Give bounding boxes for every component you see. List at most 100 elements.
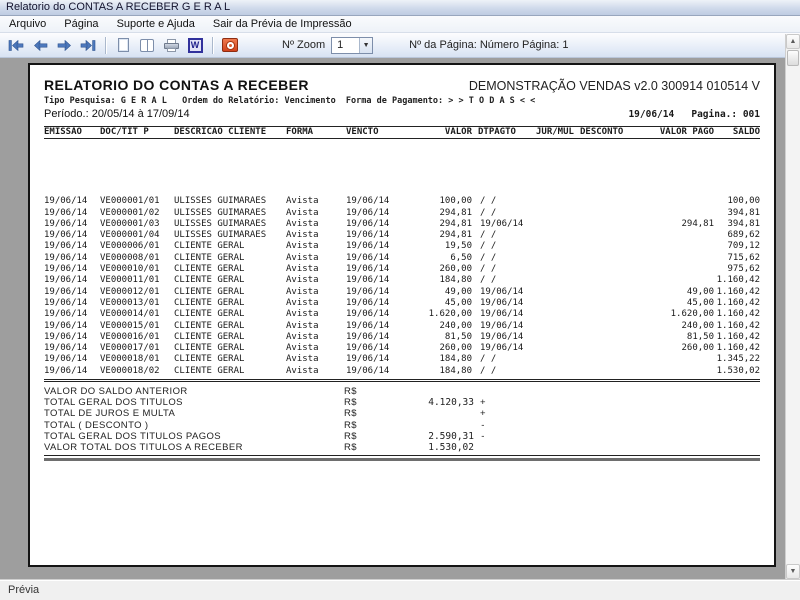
cell-emissao: 19/06/14 <box>44 196 100 207</box>
cell-forma: Avista <box>282 196 346 207</box>
cell-emissao: 19/06/14 <box>44 366 100 377</box>
cell-doc: VE000018/02 <box>100 366 174 377</box>
chevron-down-icon: ▼ <box>359 38 372 53</box>
menu-item[interactable]: Sair da Prévia de Impressão <box>204 17 361 31</box>
report-filters: Tipo Pesquisa: G E R A L Ordem do Relató… <box>44 96 760 106</box>
cell-pago <box>634 241 714 252</box>
table-row: 19/06/14 VE000018/01 CLIENTE GERAL Avist… <box>44 354 760 365</box>
cell-saldo: 394,81 <box>714 208 760 219</box>
cell-forma: Avista <box>282 366 346 377</box>
toolbar-separator <box>105 37 106 54</box>
cell-forma: Avista <box>282 287 346 298</box>
cell-cliente: ULISSES GUIMARAES <box>174 196 282 207</box>
zoom-value: 1 <box>332 39 359 51</box>
totals-row: TOTAL DE JUROS E MULTA R$ + <box>44 408 760 419</box>
cell-forma: Avista <box>282 354 346 365</box>
cell-emissao: 19/06/14 <box>44 219 100 230</box>
zoom-dropdown[interactable]: 1 ▼ <box>331 37 373 54</box>
cell-pago: 49,00 <box>634 287 714 298</box>
cell-doc: VE000010/01 <box>100 264 174 275</box>
cell-vencto: 19/06/14 <box>346 230 408 241</box>
totals-row: TOTAL GERAL DOS TITULOS R$ 4.120,33 + <box>44 397 760 408</box>
cell-emissao: 19/06/14 <box>44 321 100 332</box>
previous-page-button[interactable] <box>29 36 51 55</box>
cell-dtpagto: 19/06/14 <box>472 343 536 354</box>
cell-saldo: 975,62 <box>714 264 760 275</box>
cell-doc: VE000015/01 <box>100 321 174 332</box>
cell-saldo: 715,62 <box>714 253 760 264</box>
cell-valor: 184,80 <box>408 366 472 377</box>
total-sign: - <box>474 420 492 431</box>
cell-doc: VE000013/01 <box>100 298 174 309</box>
report-period: Período.: 20/05/14 à 17/09/14 <box>44 108 190 120</box>
cell-valor: 45,00 <box>408 298 472 309</box>
cell-cliente: ULISSES GUIMARAES <box>174 219 282 230</box>
cell-valor: 1.620,00 <box>408 309 472 320</box>
table-row: 19/06/14 VE000012/01 CLIENTE GERAL Avist… <box>44 287 760 298</box>
total-value <box>378 386 474 397</box>
cell-desconto <box>580 332 634 343</box>
close-preview-button[interactable] <box>219 36 241 55</box>
scroll-down-icon[interactable]: ▼ <box>786 564 800 579</box>
cell-jurmul <box>536 309 580 320</box>
divider-thick <box>44 458 760 461</box>
cell-vencto: 19/06/14 <box>346 264 408 275</box>
divider-thin <box>44 455 760 456</box>
total-currency: R$ <box>344 397 378 408</box>
cell-doc: VE000001/03 <box>100 219 174 230</box>
last-page-button[interactable] <box>77 36 99 55</box>
total-label: TOTAL DE JUROS E MULTA <box>44 408 344 419</box>
next-page-button[interactable] <box>53 36 75 55</box>
scrollbar-thumb[interactable] <box>787 50 799 66</box>
table-row: 19/06/14 VE000001/04 ULISSES GUIMARAES A… <box>44 230 760 241</box>
cell-pago: 1.620,00 <box>634 309 714 320</box>
scroll-up-icon[interactable]: ▲ <box>786 34 800 49</box>
cell-doc: VE000008/01 <box>100 253 174 264</box>
toolbar: W Nº Zoom 1 ▼ Nº da Página: Número Págin… <box>0 33 800 58</box>
cell-vencto: 19/06/14 <box>346 208 408 219</box>
report-page: RELATORIO DO CONTAS A RECEBER DEMONSTRAÇ… <box>28 63 776 567</box>
totals-row: VALOR TOTAL DOS TITULOS A RECEBER R$ 1.5… <box>44 442 760 453</box>
menu-item[interactable]: Arquivo <box>0 17 55 31</box>
cell-valor: 49,00 <box>408 287 472 298</box>
cell-emissao: 19/06/14 <box>44 354 100 365</box>
menu-item[interactable]: Página <box>55 17 107 31</box>
cell-dtpagto: / / <box>472 196 536 207</box>
cell-desconto <box>580 366 634 377</box>
cell-dtpagto: 19/06/14 <box>472 298 536 309</box>
cell-pago: 240,00 <box>634 321 714 332</box>
cell-jurmul <box>536 354 580 365</box>
vertical-scrollbar[interactable]: ▲ ▼ <box>785 34 800 579</box>
totals-row: VALOR DO SALDO ANTERIOR R$ <box>44 386 760 397</box>
single-page-view-button[interactable] <box>112 36 134 55</box>
table-row: 19/06/14 VE000017/01 CLIENTE GERAL Avist… <box>44 343 760 354</box>
first-page-button[interactable] <box>5 36 27 55</box>
cell-cliente: ULISSES GUIMARAES <box>174 208 282 219</box>
table-body: 19/06/14 VE000001/01 ULISSES GUIMARAES A… <box>44 139 760 377</box>
menu-item[interactable]: Suporte e Ajuda <box>108 17 204 31</box>
cell-dtpagto: / / <box>472 208 536 219</box>
col-cliente: DESCRICAO CLIENTE <box>174 127 282 138</box>
cell-cliente: CLIENTE GERAL <box>174 309 282 320</box>
col-emissao: EMISSAO <box>44 127 100 138</box>
cell-desconto <box>580 309 634 320</box>
cell-dtpagto: / / <box>472 264 536 275</box>
cell-doc: VE000012/01 <box>100 287 174 298</box>
cell-desconto <box>580 253 634 264</box>
cell-doc: VE000001/04 <box>100 230 174 241</box>
cell-desconto <box>580 287 634 298</box>
cell-saldo: 1.345,22 <box>714 354 760 365</box>
cell-valor: 260,00 <box>408 343 472 354</box>
cell-cliente: CLIENTE GERAL <box>174 275 282 286</box>
col-valor: VALOR <box>408 127 472 138</box>
two-page-view-button[interactable] <box>136 36 158 55</box>
cell-emissao: 19/06/14 <box>44 332 100 343</box>
print-button[interactable] <box>160 36 182 55</box>
cell-jurmul <box>536 230 580 241</box>
cell-desconto <box>580 275 634 286</box>
scrollbar-track[interactable] <box>786 67 800 564</box>
cell-pago: 81,50 <box>634 332 714 343</box>
cell-pago <box>634 196 714 207</box>
export-word-button[interactable]: W <box>184 36 206 55</box>
cell-saldo: 1.160,42 <box>714 275 760 286</box>
